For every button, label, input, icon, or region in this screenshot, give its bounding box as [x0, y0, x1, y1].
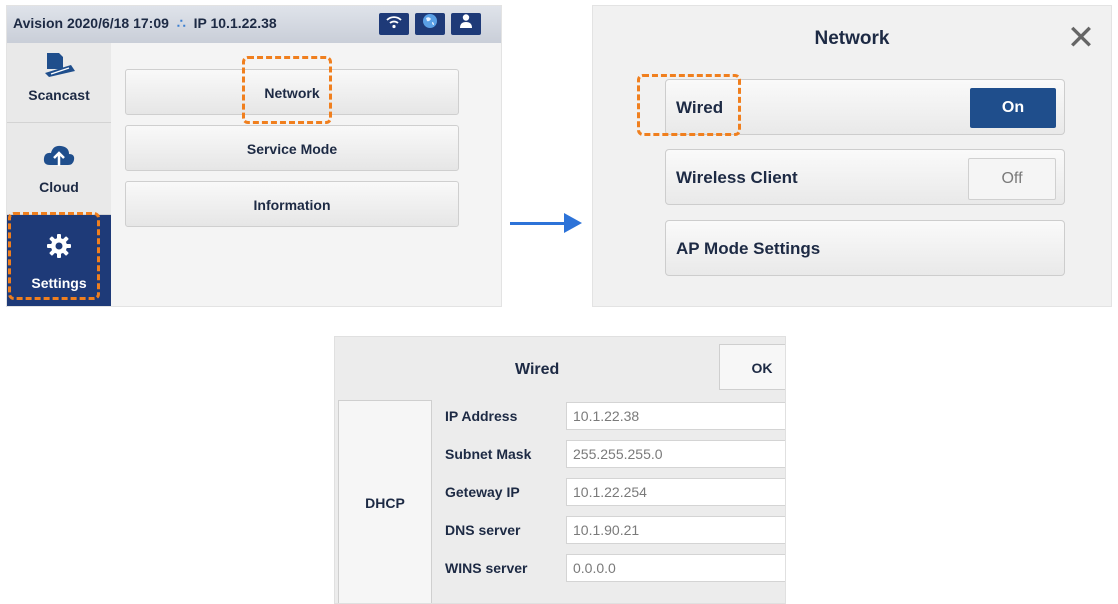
- menu-information-button[interactable]: Information: [125, 181, 459, 227]
- network-settings-panel: Network ✕ Wired On Wireless Client Off A…: [592, 5, 1112, 307]
- highlight-settings: [8, 212, 100, 300]
- ap-mode-settings-row[interactable]: AP Mode Settings: [665, 220, 1065, 276]
- sidebar-item-label: Cloud: [39, 179, 79, 195]
- ok-button[interactable]: OK: [719, 344, 785, 390]
- ip-address-label: IP Address: [445, 408, 518, 424]
- status-datetime: 2020/6/18 17:09: [66, 15, 169, 31]
- wifi-icon[interactable]: [379, 13, 409, 35]
- gateway-ip-label: Geteway IP: [445, 484, 520, 500]
- wired-settings-panel: Wired OK DHCP IP Address 10.1.22.38 Subn…: [334, 336, 786, 604]
- wins-server-label: WINS server: [445, 560, 528, 576]
- flow-arrow-head: [564, 213, 582, 233]
- highlight-wired: [637, 74, 741, 136]
- menu-service-mode-button[interactable]: Service Mode: [125, 125, 459, 171]
- scancast-icon: [7, 51, 111, 84]
- wireless-client-toggle[interactable]: Off: [968, 158, 1056, 200]
- user-icon[interactable]: [451, 13, 481, 35]
- brand-name: Avision: [13, 15, 64, 31]
- ip-address-field[interactable]: 10.1.22.38: [566, 402, 785, 430]
- cloud-upload-icon: [7, 141, 111, 174]
- subnet-mask-label: Subnet Mask: [445, 446, 532, 462]
- dns-server-field[interactable]: 10.1.90.21: [566, 516, 785, 544]
- gateway-ip-field[interactable]: 10.1.22.254: [566, 478, 785, 506]
- page-title: Network: [814, 28, 890, 49]
- sidebar-item-scancast[interactable]: Scancast: [7, 43, 111, 123]
- globe-icon[interactable]: [415, 13, 445, 35]
- status-ip: IP 10.1.22.38: [193, 15, 277, 31]
- dhcp-button[interactable]: DHCP: [338, 400, 432, 603]
- close-icon[interactable]: ✕: [1063, 20, 1099, 56]
- sidebar-item-cloud[interactable]: Cloud: [7, 123, 111, 215]
- status-text: Avision 2020/6/18 17:09 ∴ IP 10.1.22.38: [13, 15, 277, 32]
- network-status-icon: ∴: [176, 15, 186, 31]
- ap-mode-settings-label: AP Mode Settings: [676, 239, 821, 258]
- status-bar: Avision 2020/6/18 17:09 ∴ IP 10.1.22.38: [7, 6, 501, 43]
- subnet-mask-field[interactable]: 255.255.255.0: [566, 440, 785, 468]
- flow-arrow: [510, 222, 568, 225]
- wireless-client-row[interactable]: Wireless Client Off: [665, 149, 1065, 205]
- page-title: Wired: [515, 361, 560, 378]
- sidebar-item-label: Scancast: [28, 87, 90, 103]
- wireless-client-label: Wireless Client: [676, 168, 798, 187]
- wired-toggle[interactable]: On: [970, 88, 1056, 128]
- dns-server-label: DNS server: [445, 522, 521, 538]
- highlight-network: [242, 56, 332, 124]
- wins-server-field[interactable]: 0.0.0.0: [566, 554, 785, 582]
